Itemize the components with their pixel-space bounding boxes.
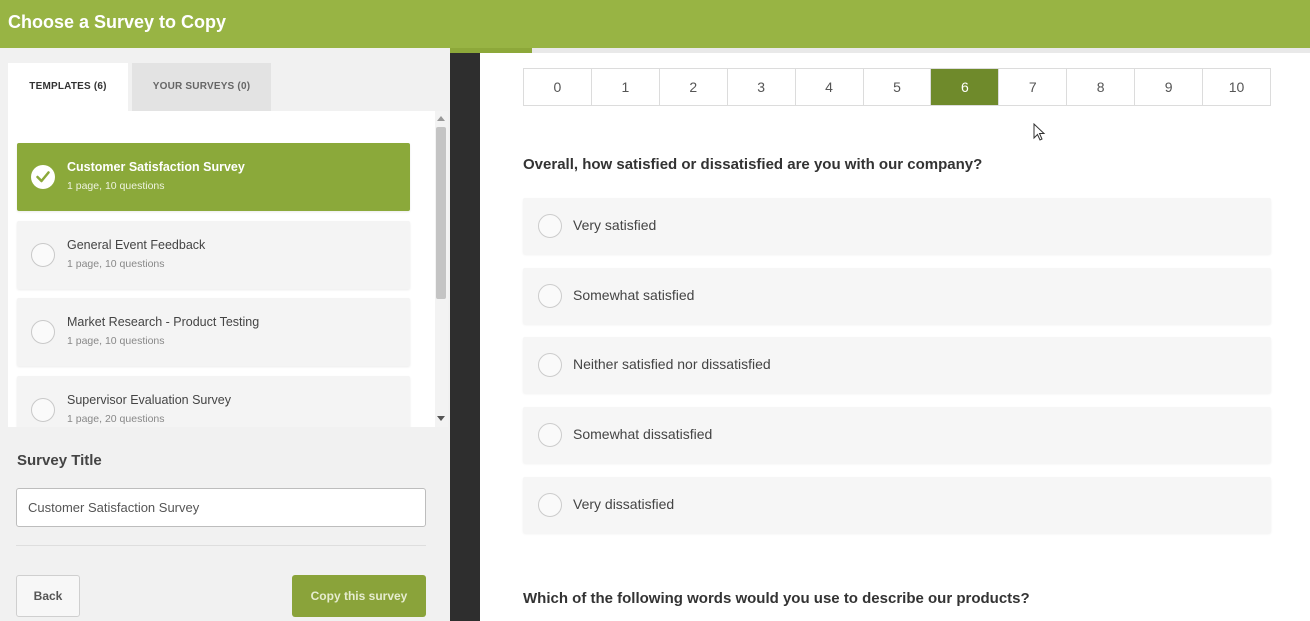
survey-title-label: Survey Title [17,452,102,469]
template-meta: 1 page, 20 questions [67,413,165,425]
template-meta: 1 page, 10 questions [67,335,165,347]
scale-option[interactable]: 0 [524,69,592,105]
scale-option[interactable]: 5 [863,69,932,105]
template-name: Customer Satisfaction Survey [67,160,245,174]
scale-option[interactable]: 8 [1067,69,1136,105]
template-item-customer-satisfaction[interactable]: Customer Satisfaction Survey 1 page, 10 … [17,143,410,211]
rating-scale: 0 1 2 3 4 5 6 7 8 9 10 [523,68,1271,106]
panel-divider [450,48,480,621]
tab-templates[interactable]: TEMPLATES (6) [8,63,128,111]
scale-option[interactable]: 10 [1203,69,1270,105]
survey-title-input[interactable] [16,488,426,527]
radio-icon [31,320,55,344]
answer-option[interactable]: Somewhat satisfied [523,268,1271,324]
radio-icon [31,243,55,267]
dialog-title: Choose a Survey to Copy [0,0,1310,48]
copy-survey-button[interactable]: Copy this survey [292,575,426,617]
scale-option[interactable]: 7 [999,69,1068,105]
template-name: Market Research - Product Testing [67,315,260,329]
radio-icon [538,353,562,377]
answer-label: Neither satisfied nor dissatisfied [573,356,771,372]
template-name: Supervisor Evaluation Survey [67,393,231,407]
preview-top-bar [480,48,1310,53]
radio-icon [538,214,562,238]
question-product-words: Which of the following words would you u… [523,590,1030,607]
radio-icon [31,398,55,422]
tab-your-surveys[interactable]: YOUR SURVEYS (0) [132,63,271,111]
template-item-general-event-feedback[interactable]: General Event Feedback 1 page, 10 questi… [17,221,410,289]
scale-option[interactable]: 2 [659,69,728,105]
divider [16,545,426,546]
mouse-cursor-icon [1033,123,1046,141]
answer-label: Somewhat dissatisfied [573,426,713,442]
template-item-market-research[interactable]: Market Research - Product Testing 1 page… [17,298,410,366]
back-button[interactable]: Back [16,575,80,617]
scale-option[interactable]: 3 [727,69,796,105]
scroll-down-icon[interactable] [437,416,445,421]
scale-option[interactable]: 9 [1135,69,1204,105]
answer-label: Very satisfied [573,217,657,233]
tab-bar: TEMPLATES (6) YOUR SURVEYS (0) [8,63,448,111]
scale-option[interactable]: 1 [591,69,660,105]
radio-icon [538,423,562,447]
accent-bar [450,48,480,53]
answer-option[interactable]: Somewhat dissatisfied [523,407,1271,463]
template-list-scrollbar[interactable] [435,111,448,427]
scroll-up-icon[interactable] [437,116,445,121]
answer-label: Somewhat satisfied [573,287,695,303]
template-picker-panel: TEMPLATES (6) YOUR SURVEYS (0) Customer … [0,48,450,621]
answer-option[interactable]: Very dissatisfied [523,477,1271,533]
scale-option[interactable]: 4 [795,69,864,105]
template-meta: 1 page, 10 questions [67,258,165,270]
scale-option-selected[interactable]: 6 [931,69,1000,105]
survey-preview: 0 1 2 3 4 5 6 7 8 9 10 Overall, how sati… [480,48,1310,621]
scroll-thumb[interactable] [436,127,446,299]
answer-option[interactable]: Very satisfied [523,198,1271,254]
answer-label: Very dissatisfied [573,496,675,512]
template-name: General Event Feedback [67,238,206,252]
answer-option[interactable]: Neither satisfied nor dissatisfied [523,337,1271,393]
template-meta: 1 page, 10 questions [67,180,165,192]
template-list: Customer Satisfaction Survey 1 page, 10 … [8,111,448,427]
template-item-supervisor-evaluation[interactable]: Supervisor Evaluation Survey 1 page, 20 … [17,376,410,427]
radio-icon [538,284,562,308]
radio-icon [538,493,562,517]
question-satisfaction: Overall, how satisfied or dissatisfied a… [523,156,983,173]
check-icon [31,165,55,189]
